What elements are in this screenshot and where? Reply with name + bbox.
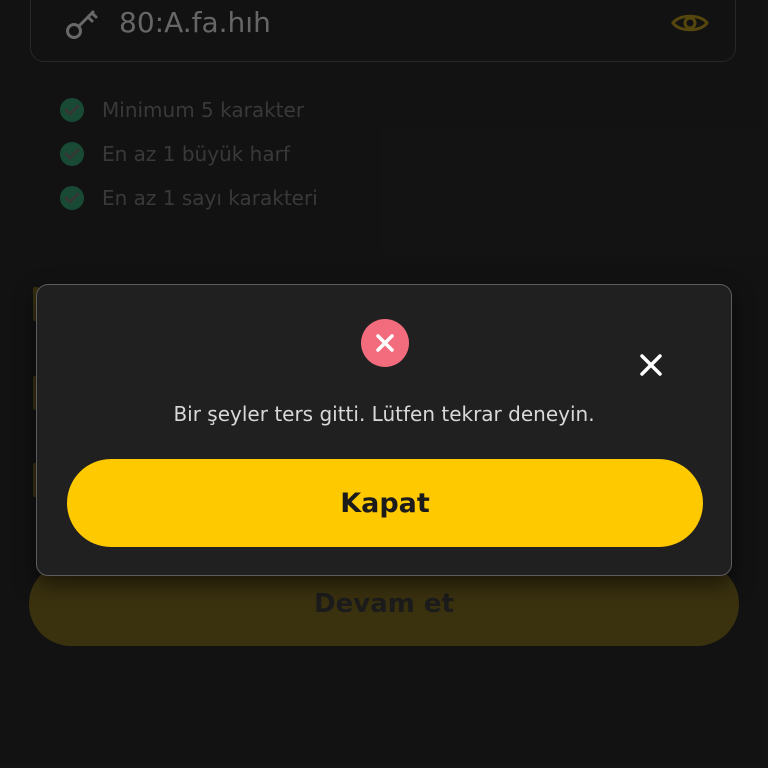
- error-icon: [361, 319, 409, 367]
- screen: 80:A.fa.hıh Minimum 5 karakter En az 1 b: [0, 0, 768, 768]
- error-dialog: Bir şeyler ters gitti. Lütfen tekrar den…: [36, 284, 732, 576]
- error-message: Bir şeyler ters gitti. Lütfen tekrar den…: [173, 402, 595, 426]
- close-icon[interactable]: [637, 351, 665, 379]
- close-button[interactable]: Kapat: [67, 459, 703, 547]
